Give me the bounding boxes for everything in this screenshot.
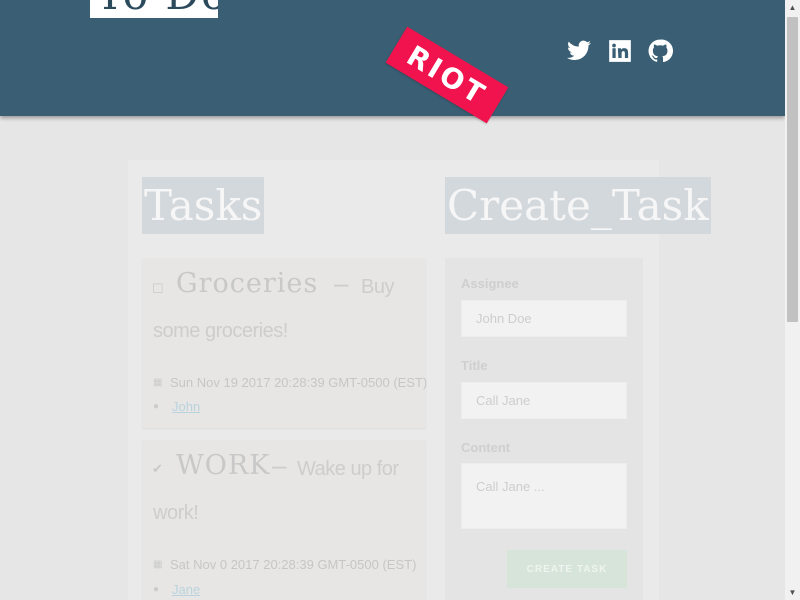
task-user-link[interactable]: John <box>172 399 200 414</box>
riot-badge[interactable]: RIOT <box>385 26 509 124</box>
calendar-icon: ▦ <box>153 377 163 388</box>
checkmark-icon[interactable]: ✔ <box>152 461 163 477</box>
title-label: Title <box>461 358 488 373</box>
create-task-button[interactable]: CREATE TASK <box>507 550 627 588</box>
task-user-link[interactable]: Jane <box>172 582 200 597</box>
task-date: Sat Nov 0 2017 20:28:39 GMT-0500 (EST) <box>170 557 417 572</box>
assignee-label: Assignee <box>461 276 519 291</box>
scroll-down-arrow-icon[interactable]: ▼ <box>785 585 800 600</box>
task-title: WORK <box>176 450 271 481</box>
linkedin-icon[interactable] <box>607 38 633 64</box>
content-label: Content <box>461 440 511 455</box>
logo[interactable]: To Do <box>90 0 218 18</box>
logo-text: To Do <box>96 0 218 18</box>
task-description: Buy <box>361 276 394 298</box>
github-icon[interactable] <box>647 38 673 64</box>
task-description-cont: some groceries! <box>153 320 288 342</box>
task-description: Wake up for <box>297 458 399 480</box>
checkbox-icon[interactable]: ☐ <box>152 281 164 297</box>
task-separator: – <box>272 450 287 480</box>
task-date: Sun Nov 19 2017 20:28:39 GMT-0500 (EST) <box>170 375 428 390</box>
task-description-cont: work! <box>153 502 199 524</box>
scroll-up-arrow-icon[interactable]: ▲ <box>785 0 800 15</box>
task-separator: – <box>334 268 349 298</box>
user-icon: ● <box>153 584 160 595</box>
assignee-input[interactable] <box>461 300 627 337</box>
title-input[interactable] <box>461 382 627 419</box>
content-textarea[interactable] <box>461 463 627 529</box>
create-task-title: Create_Task <box>445 177 711 234</box>
tasks-title: Tasks <box>142 177 265 234</box>
scrollbar[interactable]: ▲ ▼ <box>785 0 800 600</box>
calendar-icon: ▦ <box>153 559 163 570</box>
scroll-thumb[interactable] <box>787 17 798 322</box>
twitter-icon[interactable] <box>566 38 592 64</box>
user-icon: ● <box>153 401 160 412</box>
header: To Do RIOT <box>0 0 785 124</box>
task-title: Groceries <box>176 268 319 299</box>
